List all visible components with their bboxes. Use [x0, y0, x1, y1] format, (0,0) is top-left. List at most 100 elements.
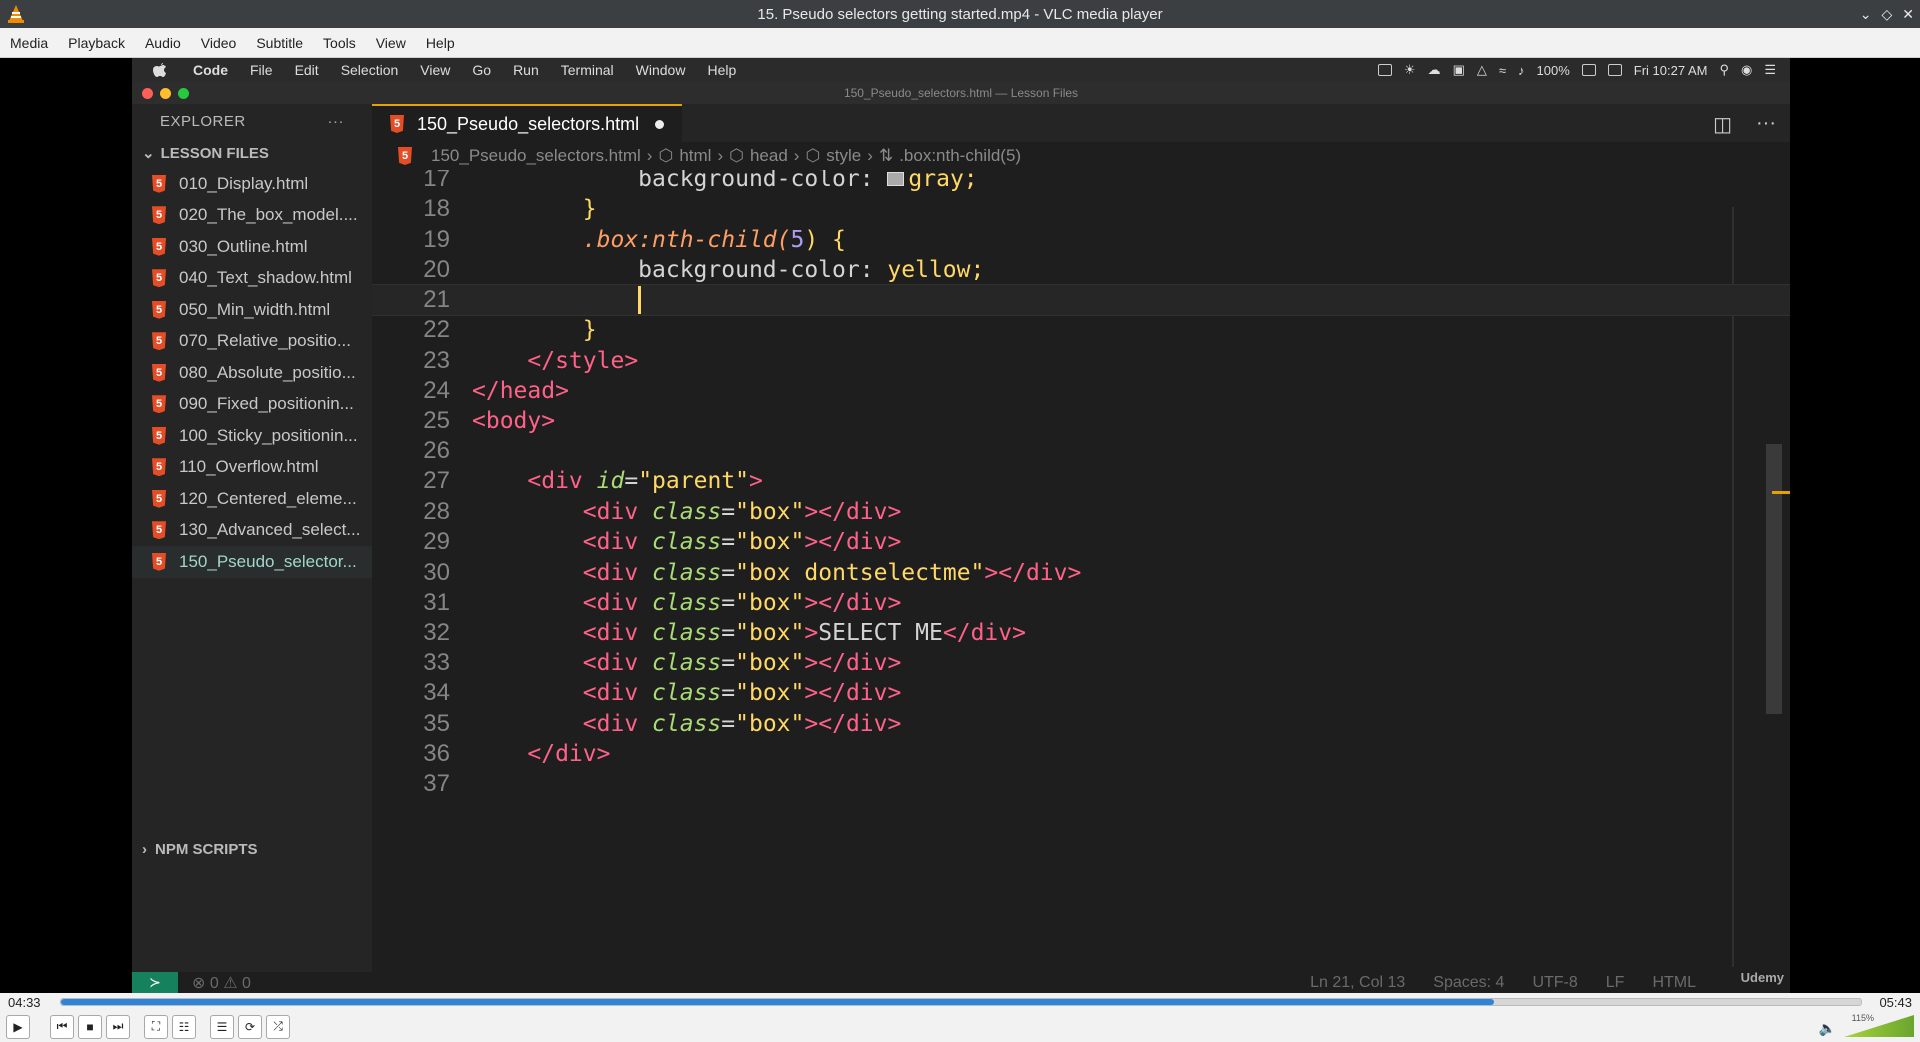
html5-icon: 5: [152, 237, 166, 256]
maximize-icon[interactable]: ◇: [1881, 6, 1892, 23]
more-icon: ···: [327, 112, 344, 130]
shuffle-button[interactable]: ⤮: [266, 1014, 290, 1039]
loop-button[interactable]: ⟳: [238, 1014, 262, 1039]
html-attr: class: [652, 620, 722, 646]
menu-audio[interactable]: Audio: [135, 35, 191, 51]
html5-icon: 5: [152, 332, 166, 351]
menu-help[interactable]: Help: [416, 35, 465, 51]
html5-icon: 5: [152, 206, 166, 225]
split-editor-icon: ◫: [1713, 114, 1733, 136]
playlist-button[interactable]: ☰: [210, 1014, 234, 1039]
equals: =: [721, 650, 736, 676]
brace: ) {: [804, 227, 846, 253]
apple-icon: [153, 63, 166, 77]
equals: =: [721, 680, 736, 706]
menu-video[interactable]: Video: [191, 35, 247, 51]
menu-subtitle[interactable]: Subtitle: [246, 35, 313, 51]
line-number: 27: [423, 467, 450, 494]
mac-menu-window: Window: [635, 62, 686, 78]
minimize-dot-icon: [160, 88, 171, 99]
html-tag: >: [804, 711, 819, 737]
siri-icon: ◉: [1741, 62, 1753, 77]
html-string: "box": [735, 620, 805, 646]
html-tag: <div: [582, 499, 653, 525]
tab-bar: 5 150_Pseudo_selectors.html: [372, 104, 1790, 142]
speaker-icon[interactable]: 🔈: [1819, 1020, 1836, 1037]
line-number: 22: [423, 316, 450, 343]
line-number: 17: [423, 170, 450, 192]
previous-button[interactable]: ⏮: [50, 1014, 74, 1039]
play-button[interactable]: ▶: [6, 1014, 30, 1039]
file-item-active: 5 150_Pseudo_selector...: [132, 546, 372, 578]
line-number: 37: [423, 770, 450, 797]
lesson-files-section: ⌄ LESSON FILES: [132, 138, 372, 168]
html-tag: >: [804, 590, 819, 616]
tab-label: 150_Pseudo_selectors.html: [417, 113, 640, 134]
minimize-icon[interactable]: ⌄: [1860, 6, 1872, 23]
line-number: 20: [423, 256, 450, 283]
file-name: 020_The_box_model....: [179, 205, 358, 225]
cube-icon: ⬡: [658, 146, 674, 165]
code-line: 32 <div class="box">SELECT ME</div>: [372, 618, 1790, 648]
html-string: "box": [735, 529, 805, 555]
zoom-dot-icon: [178, 88, 189, 99]
html5-icon: 5: [152, 426, 166, 445]
html-tag: </div>: [818, 590, 902, 616]
udemy-watermark: Udemy: [1740, 970, 1784, 985]
html5-icon: 5: [152, 269, 166, 288]
file-name: 150_Pseudo_selector...: [179, 551, 357, 571]
mac-status-area: ☀ ☁ ▣ △ ≈ ♪ 100% Fri 10:27 AM ⚲ ◉ ☰: [1377, 58, 1776, 82]
html-tag: >: [804, 499, 819, 525]
html-tag: <div: [582, 711, 653, 737]
html5-icon: 5: [152, 458, 166, 477]
problems-count: ⊗ 0 ⚠ 0: [192, 974, 251, 992]
html-tag: <div: [582, 650, 653, 676]
battery-icon: [1581, 64, 1596, 76]
file-name: 080_Absolute_positio...: [179, 362, 356, 382]
mac-menu-help: Help: [707, 62, 737, 78]
mac-menu-code: Code: [193, 62, 228, 78]
stop-button[interactable]: ■: [78, 1014, 102, 1039]
html-string: "box": [735, 590, 805, 616]
video-area[interactable]: Code File Edit Selection View Go Run Ter…: [0, 58, 1920, 993]
breadcrumb-file: 150_Pseudo_selectors.html: [431, 146, 641, 165]
menu-playback[interactable]: Playback: [58, 35, 135, 51]
html-tag: >: [804, 620, 819, 646]
mac-menu-run: Run: [513, 62, 539, 78]
html5-icon: 5: [152, 395, 166, 414]
battery-label: 100%: [1536, 62, 1570, 78]
time-total[interactable]: 05:43: [1879, 995, 1912, 1010]
html-tag: </head>: [472, 378, 569, 404]
file-name: 010_Display.html: [179, 173, 309, 193]
mac-menubar: Code File Edit Selection View Go Run Ter…: [132, 58, 1790, 82]
selector-icon: ⇅: [878, 146, 894, 165]
volume-icon: ♪: [1518, 62, 1525, 78]
time-elapsed: 04:33: [8, 994, 41, 1010]
html-tag: </div>: [818, 711, 902, 737]
file-item: 5 030_Outline.html: [132, 231, 372, 263]
extended-settings-button[interactable]: ☷: [172, 1014, 196, 1039]
equals: =: [721, 499, 736, 525]
file-item: 5 090_Fixed_positionin...: [132, 389, 372, 421]
file-item: 5 110_Overflow.html: [132, 452, 372, 484]
mac-menu-view: View: [420, 62, 451, 78]
close-icon[interactable]: ✕: [1902, 6, 1914, 23]
menu-media[interactable]: Media: [0, 35, 58, 51]
previous-icon: ⏮: [56, 1019, 68, 1033]
fullscreen-button[interactable]: ⛶: [144, 1014, 168, 1039]
code-line-current[interactable]: 21: [372, 284, 1790, 316]
file-item: 5 070_Relative_positio...: [132, 326, 372, 358]
volume-control[interactable]: 🔈 115%: [1819, 1013, 1914, 1037]
seek-bar[interactable]: [60, 998, 1862, 1006]
menu-view[interactable]: View: [366, 35, 416, 51]
line-number: 33: [423, 649, 450, 676]
scrollbar-slider: [1766, 444, 1782, 714]
menu-tools[interactable]: Tools: [313, 35, 366, 51]
next-button[interactable]: ⏭: [106, 1014, 130, 1039]
airplay-icon: △: [1476, 62, 1487, 77]
mac-menu-selection: Selection: [340, 62, 399, 78]
file-item: 5 050_Min_width.html: [132, 294, 372, 326]
file-item: 5 120_Centered_eleme...: [132, 483, 372, 515]
html-tag: </div>: [818, 499, 902, 525]
chevron-down-icon: ⌄: [142, 145, 155, 162]
